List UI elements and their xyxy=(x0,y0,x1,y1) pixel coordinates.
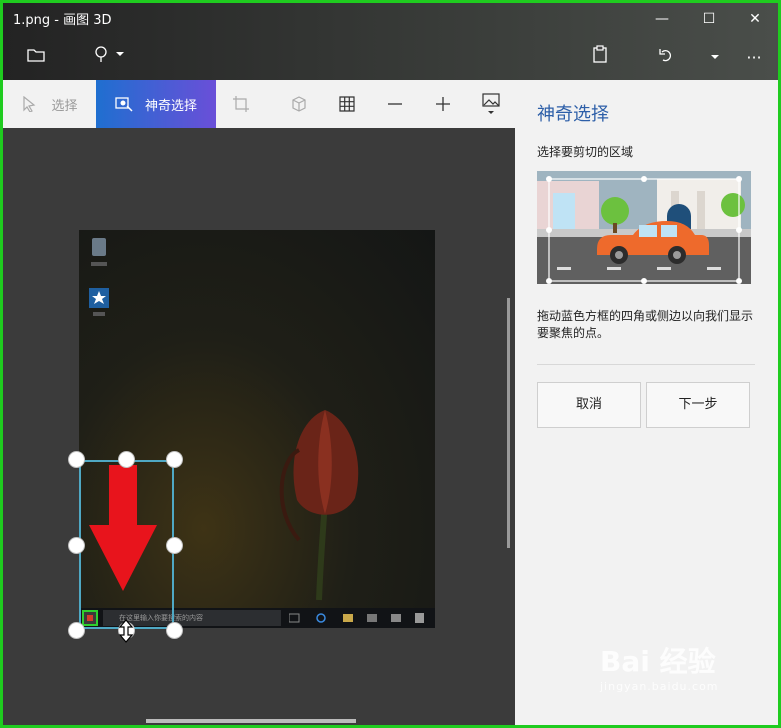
panel-subtitle: 选择要剪切的区域 xyxy=(537,145,634,159)
panel-divider xyxy=(537,364,755,365)
plus-icon xyxy=(436,97,450,111)
title-bar: 1.png - 画图 3D — ☐ ✕ ··· xyxy=(3,3,778,80)
next-button[interactable]: 下一步 xyxy=(646,382,750,428)
image-tool[interactable] xyxy=(471,80,511,128)
illustration-image xyxy=(537,171,751,284)
panel-title: 神奇选择 xyxy=(537,104,609,125)
cancel-button[interactable]: 取消 xyxy=(537,382,641,428)
tulip-image xyxy=(279,410,359,601)
zoom-in-tool[interactable] xyxy=(423,80,463,128)
paste-icon[interactable] xyxy=(585,43,615,73)
toolbar: 选择 神奇选择 xyxy=(3,80,515,128)
horizontal-scrollbar[interactable] xyxy=(146,719,356,723)
minimize-button[interactable]: — xyxy=(639,5,685,33)
select-tool-label: 选择 xyxy=(51,98,78,114)
maximize-button[interactable]: ☐ xyxy=(686,5,732,33)
recycle-bin-icon xyxy=(91,238,107,266)
zoom-out-tool[interactable] xyxy=(375,80,415,128)
select-tool[interactable]: 选择 xyxy=(3,80,96,128)
vertical-scrollbar[interactable] xyxy=(507,298,510,548)
folder-icon[interactable] xyxy=(21,43,51,73)
watermark-url: jingyan.baidu.com xyxy=(600,680,719,693)
cursor-icon xyxy=(23,96,36,112)
grid-tool[interactable] xyxy=(327,80,367,128)
panel-description: 拖动蓝色方框的四角或侧边以向我们显示要聚焦的点。 xyxy=(537,309,754,340)
canvas-area[interactable]: 在这里输入你要搜索的内容 xyxy=(3,128,515,725)
magic-select-tool-label: 神奇选择 xyxy=(144,98,197,114)
chevron-down-icon[interactable] xyxy=(703,43,727,73)
magic-select-icon xyxy=(115,97,133,112)
selection-handle-left[interactable] xyxy=(68,537,85,554)
selection-handle-bottom-right[interactable] xyxy=(166,622,183,639)
resize-cursor-icon xyxy=(118,619,134,643)
selection-handle-top[interactable] xyxy=(118,451,135,468)
minus-icon xyxy=(388,103,402,105)
close-button[interactable]: ✕ xyxy=(732,5,778,33)
baidu-watermark-logo: Bai 经验 jingyan.baidu.com xyxy=(600,640,719,693)
pin-icon[interactable] xyxy=(89,43,129,73)
crop-tool[interactable] xyxy=(221,80,261,128)
selection-handle-right[interactable] xyxy=(166,537,183,554)
selection-handle-top-right[interactable] xyxy=(166,451,183,468)
watermark-brand: Bai 经验 xyxy=(600,645,716,678)
more-button[interactable]: ··· xyxy=(739,43,769,73)
selection-handle-bottom-left[interactable] xyxy=(68,622,85,639)
undo-icon[interactable] xyxy=(651,43,681,73)
3d-cube-icon xyxy=(292,96,306,112)
selection-box[interactable] xyxy=(79,460,174,629)
magic-select-tool[interactable]: 神奇选择 xyxy=(96,80,216,128)
grid-icon xyxy=(339,96,355,112)
magic-select-panel: 神奇选择 选择要剪切的区域 拖动蓝色方框的四角或侧边以向我们显示要聚焦的点。 取… xyxy=(515,80,778,725)
crop-icon xyxy=(233,96,249,112)
app-window: 1.png - 画图 3D — ☐ ✕ ··· 选择 神奇选择 在这里输入你要搜… xyxy=(3,3,778,725)
image-icon xyxy=(482,93,500,114)
3d-object-tool[interactable] xyxy=(279,80,319,128)
star-shortcut-icon xyxy=(89,288,109,316)
selection-handle-top-left[interactable] xyxy=(68,451,85,468)
taskbar-app-icons xyxy=(289,613,424,623)
window-title: 1.png - 画图 3D xyxy=(13,13,112,28)
